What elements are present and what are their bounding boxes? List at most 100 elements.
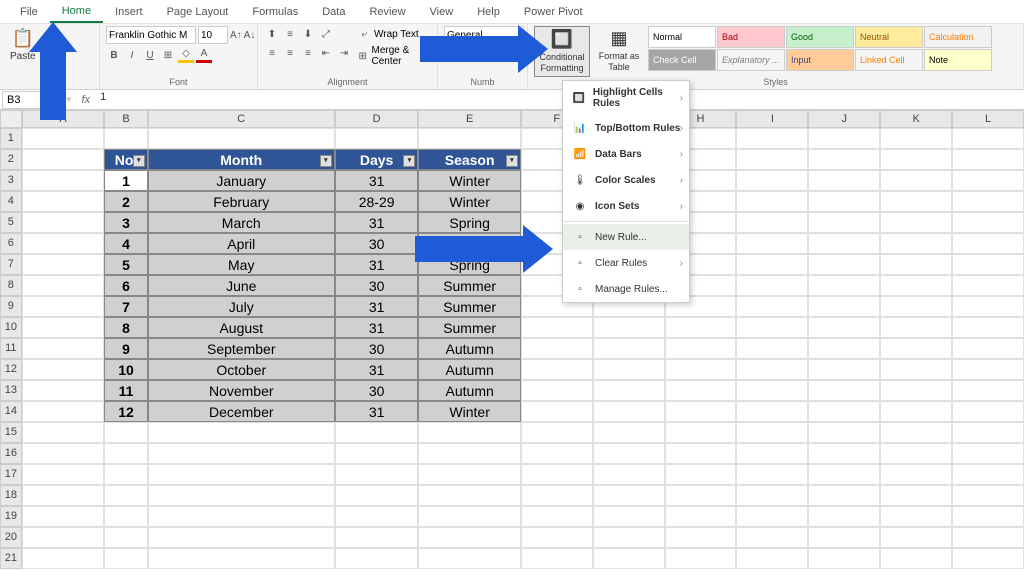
row-header-18[interactable]: 18 <box>0 485 22 506</box>
style-note[interactable]: Note <box>924 49 992 71</box>
row-header-3[interactable]: 3 <box>0 170 22 191</box>
cell-G18[interactable] <box>593 485 665 506</box>
cell-A2[interactable] <box>22 149 105 170</box>
col-header-K[interactable]: K <box>880 110 952 128</box>
cell-J4[interactable] <box>808 191 880 212</box>
cell-D17[interactable] <box>335 464 419 485</box>
cell-I1[interactable] <box>736 128 808 149</box>
filter-icon[interactable]: ▾ <box>506 155 518 167</box>
cell-L3[interactable] <box>952 170 1024 191</box>
cell-J8[interactable] <box>808 275 880 296</box>
cell-I7[interactable] <box>736 254 808 275</box>
tab-home[interactable]: Home <box>50 1 103 23</box>
font-size-select[interactable] <box>198 26 228 44</box>
cell-A4[interactable] <box>22 191 105 212</box>
cell-J5[interactable] <box>808 212 880 233</box>
cell-K19[interactable] <box>880 506 952 527</box>
row-header-8[interactable]: 8 <box>0 275 22 296</box>
filter-icon[interactable]: ▾ <box>403 155 415 167</box>
cell-G14[interactable] <box>593 401 665 422</box>
bold-icon[interactable]: B <box>106 47 122 63</box>
cell-E16[interactable] <box>418 443 520 464</box>
cell-L6[interactable] <box>952 233 1024 254</box>
cell-D7[interactable]: 31 <box>335 254 419 275</box>
cell-B14[interactable]: 12 <box>104 401 147 422</box>
style-input[interactable]: Input <box>786 49 854 71</box>
cell-J9[interactable] <box>808 296 880 317</box>
italic-icon[interactable]: I <box>124 47 140 63</box>
style-bad[interactable]: Bad <box>717 26 785 48</box>
cell-A9[interactable] <box>22 296 105 317</box>
cell-G15[interactable] <box>593 422 665 443</box>
orientation-icon[interactable]: ⤢ <box>318 26 334 42</box>
cell-I18[interactable] <box>736 485 808 506</box>
cell-K16[interactable] <box>880 443 952 464</box>
cell-J6[interactable] <box>808 233 880 254</box>
cell-I20[interactable] <box>736 527 808 548</box>
cell-L12[interactable] <box>952 359 1024 380</box>
cell-K5[interactable] <box>880 212 952 233</box>
cell-E10[interactable]: Summer <box>418 317 520 338</box>
cell-B12[interactable]: 10 <box>104 359 147 380</box>
menu-data-bars[interactable]: 📶 Data Bars › <box>563 141 689 167</box>
wrap-text-icon[interactable]: ⤶ <box>356 26 372 42</box>
tab-file[interactable]: File <box>8 2 50 22</box>
cell-D20[interactable] <box>335 527 419 548</box>
cell-L18[interactable] <box>952 485 1024 506</box>
cell-G13[interactable] <box>593 380 665 401</box>
cell-C18[interactable] <box>148 485 335 506</box>
underline-icon[interactable]: U <box>142 47 158 63</box>
cell-styles[interactable]: Normal Bad Good Neutral Calculation Chec… <box>648 26 992 71</box>
col-header-I[interactable]: I <box>736 110 808 128</box>
style-neutral[interactable]: Neutral <box>855 26 923 48</box>
cell-A1[interactable] <box>22 128 105 149</box>
font-color-icon[interactable]: A <box>196 47 212 63</box>
cell-F13[interactable] <box>521 380 593 401</box>
row-header-11[interactable]: 11 <box>0 338 22 359</box>
row-header-10[interactable]: 10 <box>0 317 22 338</box>
cell-A3[interactable] <box>22 170 105 191</box>
row-header-2[interactable]: 2 <box>0 149 22 170</box>
cell-K20[interactable] <box>880 527 952 548</box>
menu-icon-sets[interactable]: ◉ Icon Sets › <box>563 193 689 219</box>
cell-J16[interactable] <box>808 443 880 464</box>
cell-E11[interactable]: Autumn <box>418 338 520 359</box>
cell-C5[interactable]: March <box>148 212 335 233</box>
cell-J7[interactable] <box>808 254 880 275</box>
row-header-1[interactable]: 1 <box>0 128 22 149</box>
cell-C13[interactable]: November <box>148 380 335 401</box>
cell-A18[interactable] <box>22 485 105 506</box>
tab-view[interactable]: View <box>418 2 466 22</box>
cell-I8[interactable] <box>736 275 808 296</box>
cell-E21[interactable] <box>418 548 520 569</box>
align-middle-icon[interactable]: ≡ <box>282 26 298 42</box>
cell-K6[interactable] <box>880 233 952 254</box>
menu-color-scales[interactable]: 🌡 Color Scales › <box>563 167 689 193</box>
cell-A21[interactable] <box>22 548 105 569</box>
cell-J12[interactable] <box>808 359 880 380</box>
cell-L19[interactable] <box>952 506 1024 527</box>
cell-F12[interactable] <box>521 359 593 380</box>
cell-I3[interactable] <box>736 170 808 191</box>
style-good[interactable]: Good <box>786 26 854 48</box>
cell-E2[interactable]: Season▾ <box>418 149 520 170</box>
cell-B2[interactable]: No.▾ <box>104 149 147 170</box>
cell-B1[interactable] <box>104 128 147 149</box>
cell-D12[interactable]: 31 <box>335 359 419 380</box>
tab-insert[interactable]: Insert <box>103 2 155 22</box>
col-header-C[interactable]: C <box>148 110 335 128</box>
cell-F20[interactable] <box>521 527 593 548</box>
col-header-D[interactable]: D <box>335 110 419 128</box>
cell-I11[interactable] <box>736 338 808 359</box>
tab-help[interactable]: Help <box>465 2 512 22</box>
row-header-16[interactable]: 16 <box>0 443 22 464</box>
cell-I4[interactable] <box>736 191 808 212</box>
cell-B8[interactable]: 6 <box>104 275 147 296</box>
cell-D1[interactable] <box>335 128 419 149</box>
row-header-19[interactable]: 19 <box>0 506 22 527</box>
cell-L1[interactable] <box>952 128 1024 149</box>
indent-inc-icon[interactable]: ⇥ <box>336 45 352 61</box>
format-as-table-button[interactable]: ▦ Format as Table <box>594 26 644 75</box>
cell-B7[interactable]: 5 <box>104 254 147 275</box>
cell-I17[interactable] <box>736 464 808 485</box>
